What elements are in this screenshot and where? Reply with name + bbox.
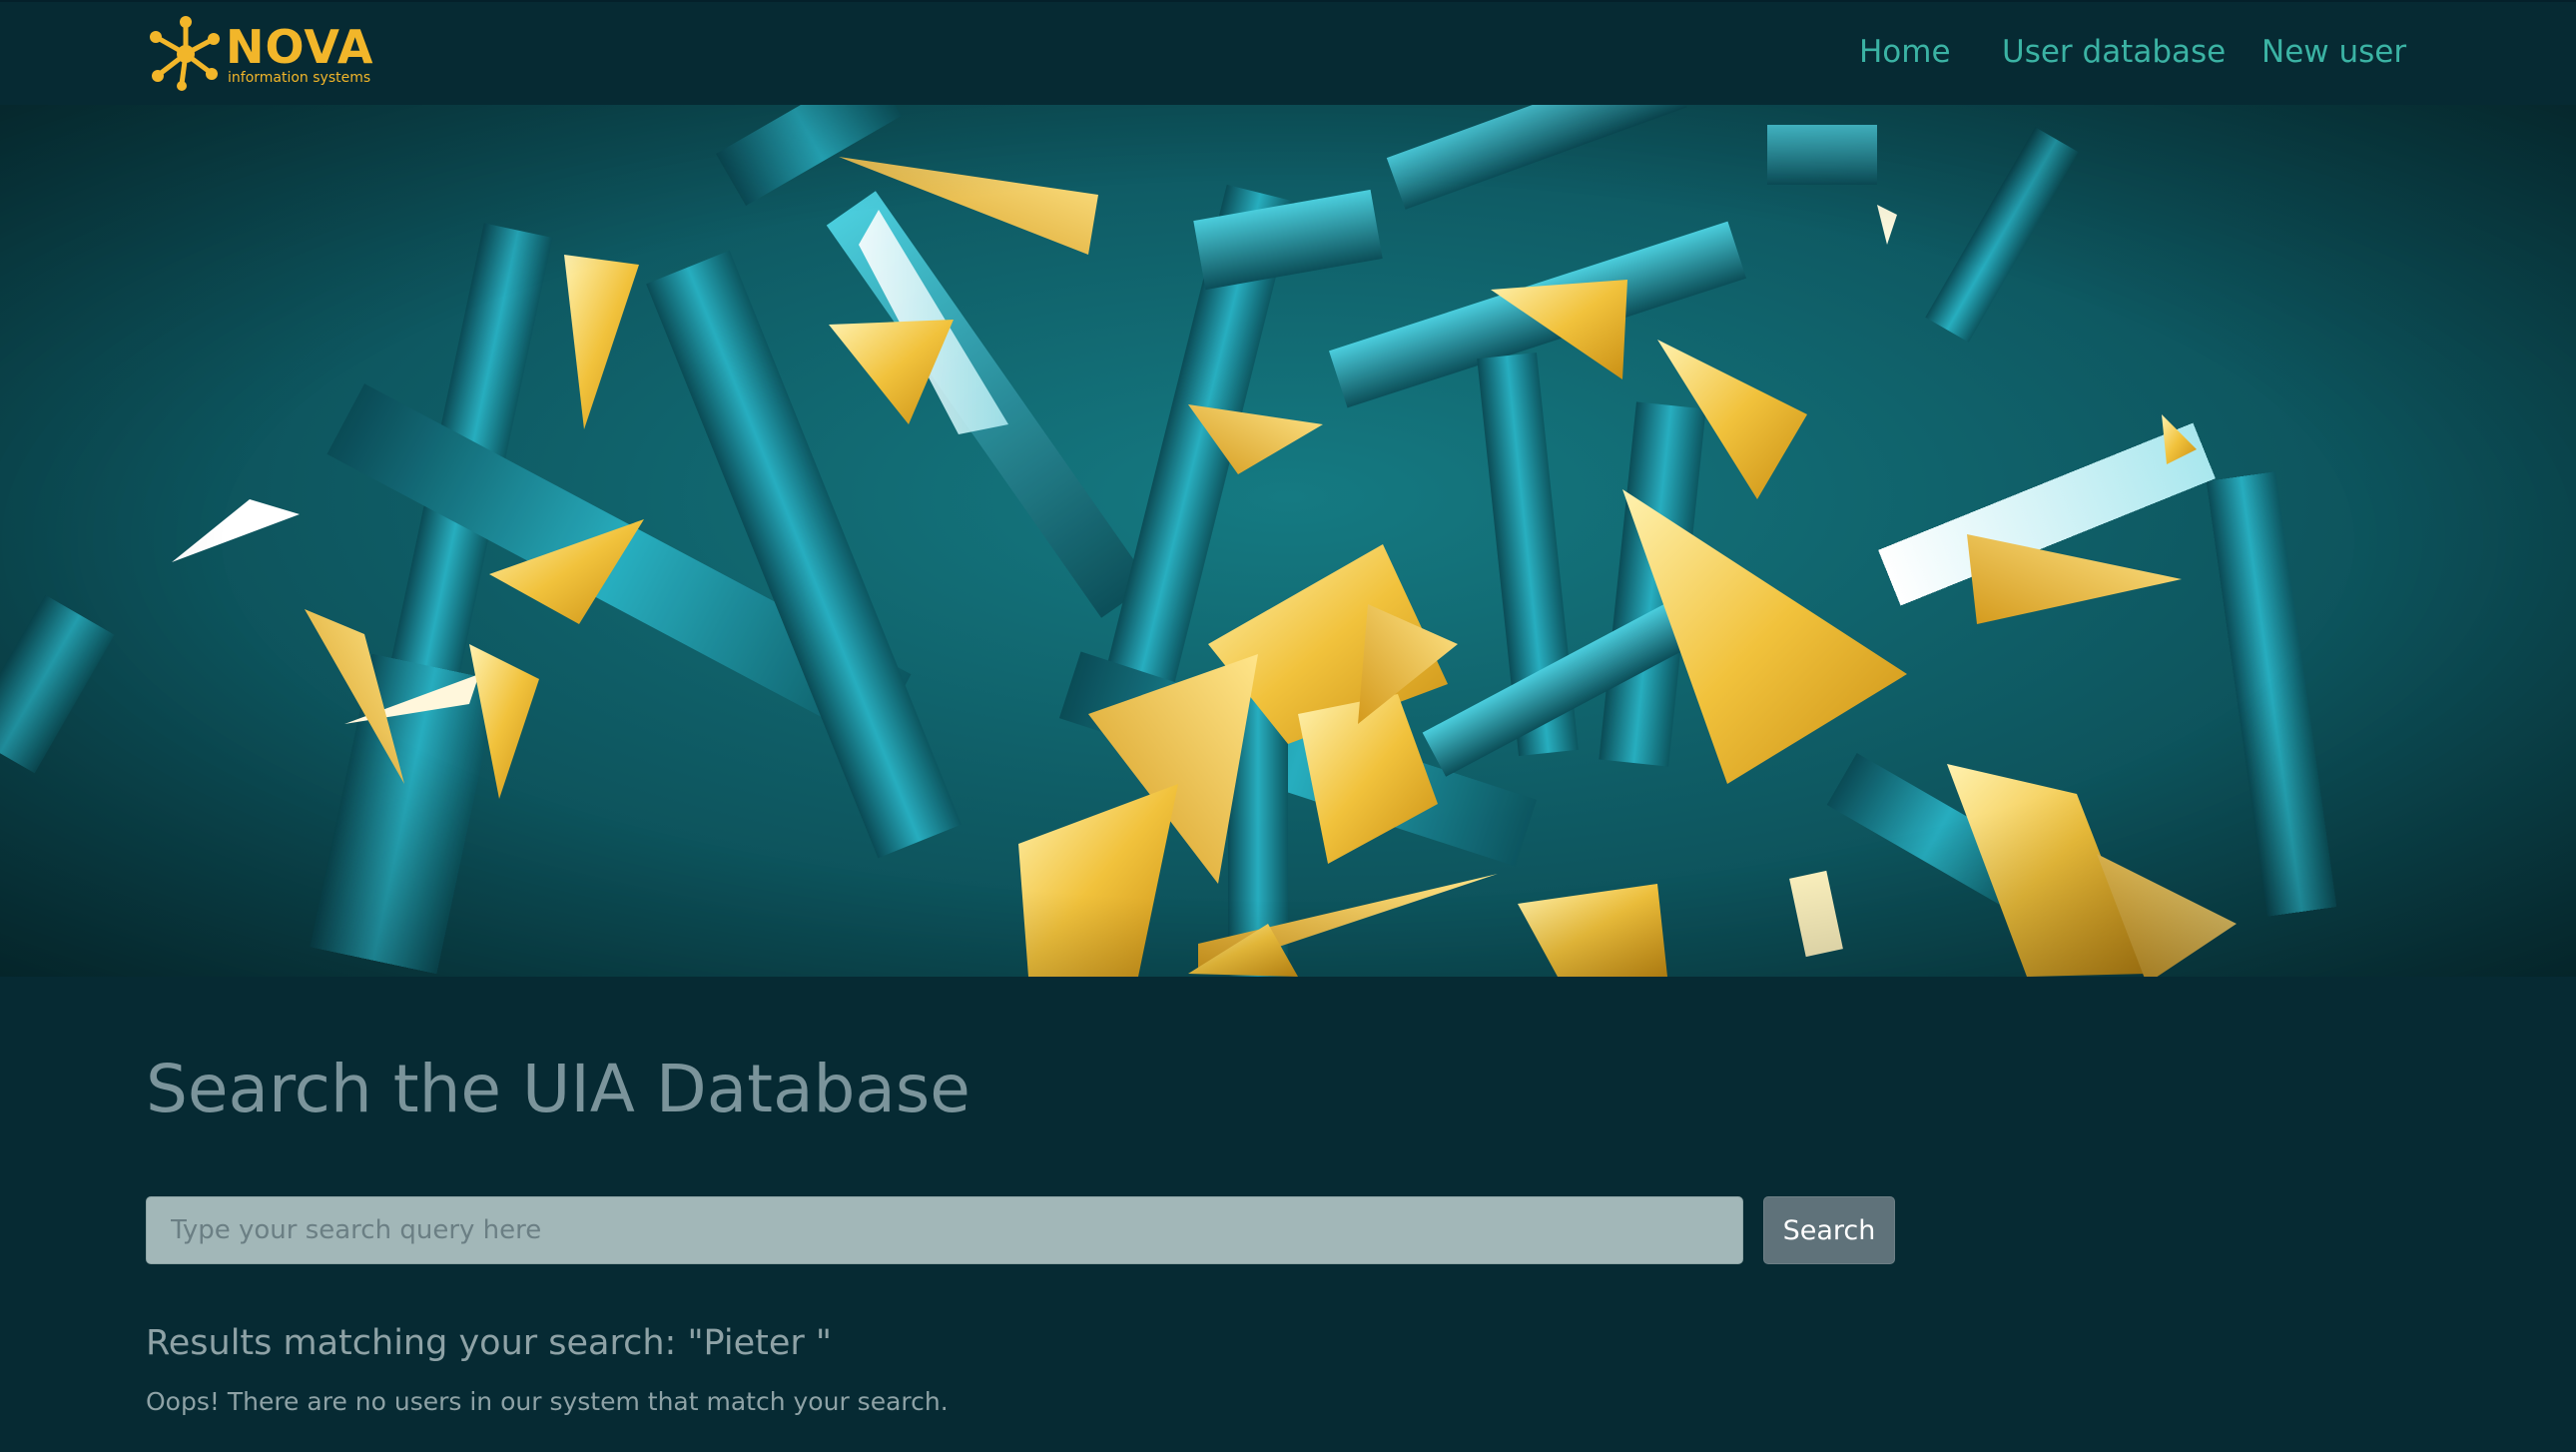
brand-name: NOVA bbox=[226, 20, 374, 74]
nav-link-user-database[interactable]: User database bbox=[2002, 34, 2226, 71]
nav-link-new-user[interactable]: New user bbox=[2261, 34, 2406, 71]
abstract-crystal-shards-illustration bbox=[0, 105, 2576, 977]
search-input[interactable] bbox=[146, 1196, 1743, 1264]
top-navbar: NOVA information systems Home User datab… bbox=[0, 0, 2576, 105]
page-title: Search the UIA Database bbox=[146, 1051, 970, 1127]
nav-link-home[interactable]: Home bbox=[1859, 34, 1951, 71]
search-button[interactable]: Search bbox=[1763, 1196, 1895, 1264]
molecule-logo-icon bbox=[150, 16, 220, 91]
hero-banner bbox=[0, 105, 2576, 977]
brand-tagline: information systems bbox=[228, 70, 371, 86]
results-empty-message: Oops! There are no users in our system t… bbox=[146, 1387, 949, 1416]
nova-logo[interactable]: NOVA information systems bbox=[146, 14, 375, 92]
results-heading: Results matching your search: "Pieter " bbox=[146, 1323, 833, 1363]
